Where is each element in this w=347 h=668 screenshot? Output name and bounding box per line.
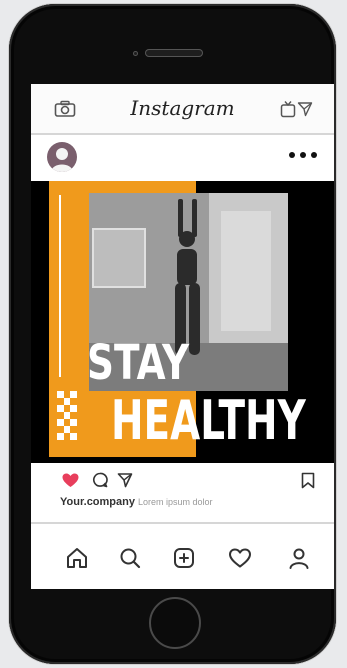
headline-healthy: HEALTHY [111,389,306,452]
home-button[interactable] [149,597,201,649]
post-header [31,135,334,181]
avatar[interactable] [47,142,77,172]
app-header: Instagram [31,84,334,135]
more-options-icon[interactable] [287,150,319,160]
speaker-grille [145,49,203,57]
post-caption: Your.company Lorem ipsum dolor [60,496,213,508]
caption-username[interactable]: Your.company [60,496,135,508]
direct-message-icon[interactable] [297,101,313,117]
add-post-icon[interactable] [172,546,196,570]
phone-frame: Instagram STAY HEALTHY Your.company Lore… [9,4,336,664]
front-camera [133,51,138,56]
bottom-nav [31,522,334,589]
igtv-icon[interactable] [280,100,296,118]
home-icon[interactable] [65,546,89,570]
post-actions [31,463,334,493]
like-heart-icon[interactable] [62,473,79,488]
headline-stay: STAY [87,335,190,391]
activity-heart-icon[interactable] [228,546,252,570]
search-icon[interactable] [118,546,142,570]
app-screen: Instagram STAY HEALTHY Your.company Lore… [31,84,334,589]
comment-icon[interactable] [92,472,108,488]
checker-pattern [57,391,77,446]
bookmark-icon[interactable] [301,472,315,489]
profile-icon[interactable] [287,546,311,570]
post-image[interactable]: STAY HEALTHY [31,181,334,463]
accent-line [59,195,61,377]
share-icon[interactable] [117,472,133,488]
caption-text: Lorem ipsum dolor [137,497,213,507]
